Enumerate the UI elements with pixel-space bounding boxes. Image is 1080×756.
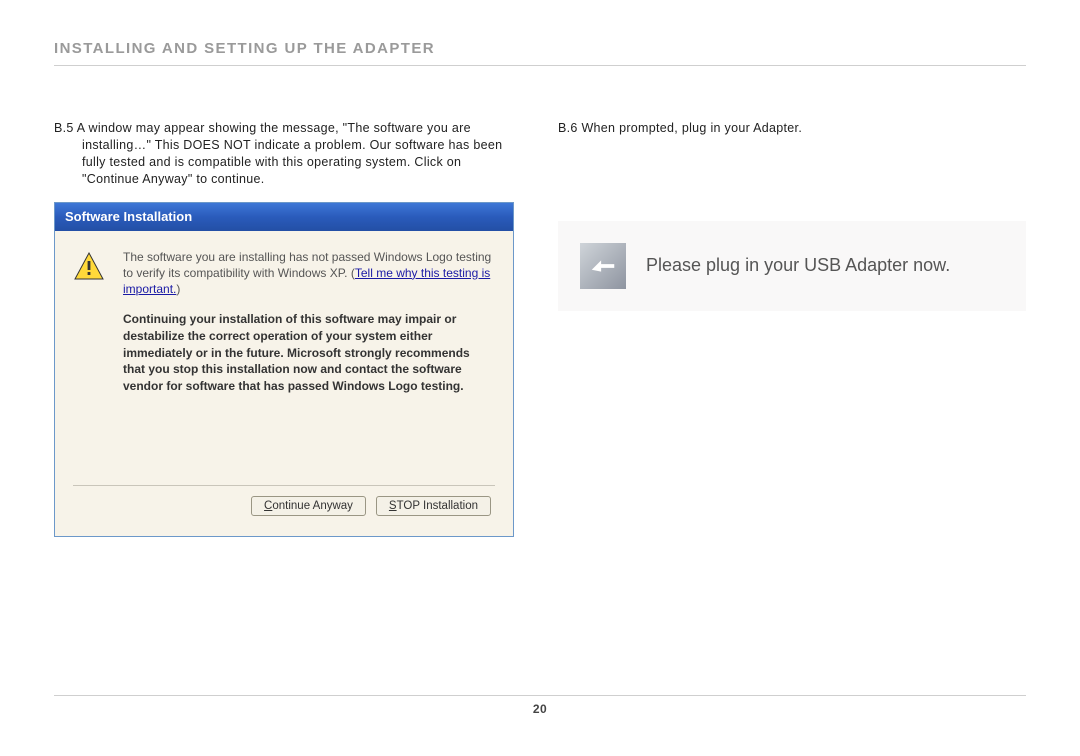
dialog-button-row: Continue Anyway STOP Installation (73, 496, 495, 520)
usb-adapter-icon (580, 243, 626, 289)
step-b5-label: B.5 (54, 121, 74, 135)
dialog-message: The software you are installing has not … (123, 249, 495, 396)
continue-anyway-button[interactable]: Continue Anyway (251, 496, 366, 516)
top-divider (54, 65, 1026, 66)
dialog-titlebar: Software Installation (55, 203, 513, 231)
page-number: 20 (54, 702, 1026, 716)
dialog-divider (73, 485, 495, 486)
plugin-prompt-panel: Please plug in your USB Adapter now. (558, 221, 1026, 311)
step-b6-label: B.6 (558, 121, 578, 135)
two-column-layout: B.5 A window may appear showing the mess… (54, 120, 1026, 537)
dialog-content-row: The software you are installing has not … (73, 249, 495, 396)
step-b5-body: A window may appear showing the message,… (77, 121, 503, 186)
step-b6-text: B.6 When prompted, plug in your Adapter. (558, 120, 1026, 137)
right-column: B.6 When prompted, plug in your Adapter.… (558, 120, 1026, 537)
dialog-caution-text: Continuing your installation of this sof… (123, 311, 495, 395)
page-footer: 20 (54, 695, 1026, 716)
software-installation-dialog: Software Installation The software you a… (54, 202, 514, 538)
dialog-line1-close: ) (176, 282, 180, 296)
step-b5-text: B.5 A window may appear showing the mess… (54, 120, 522, 188)
section-title: INSTALLING AND SETTING UP THE ADAPTER (54, 40, 1026, 57)
left-column: B.5 A window may appear showing the mess… (54, 120, 522, 537)
manual-page: INSTALLING AND SETTING UP THE ADAPTER B.… (0, 0, 1080, 537)
stop-installation-button[interactable]: STOP Installation (376, 496, 491, 516)
warning-icon (73, 251, 105, 283)
dialog-body: The software you are installing has not … (55, 231, 513, 537)
plugin-prompt-text: Please plug in your USB Adapter now. (646, 255, 950, 276)
bottom-divider (54, 695, 1026, 696)
step-b6-body: When prompted, plug in your Adapter. (581, 121, 802, 135)
